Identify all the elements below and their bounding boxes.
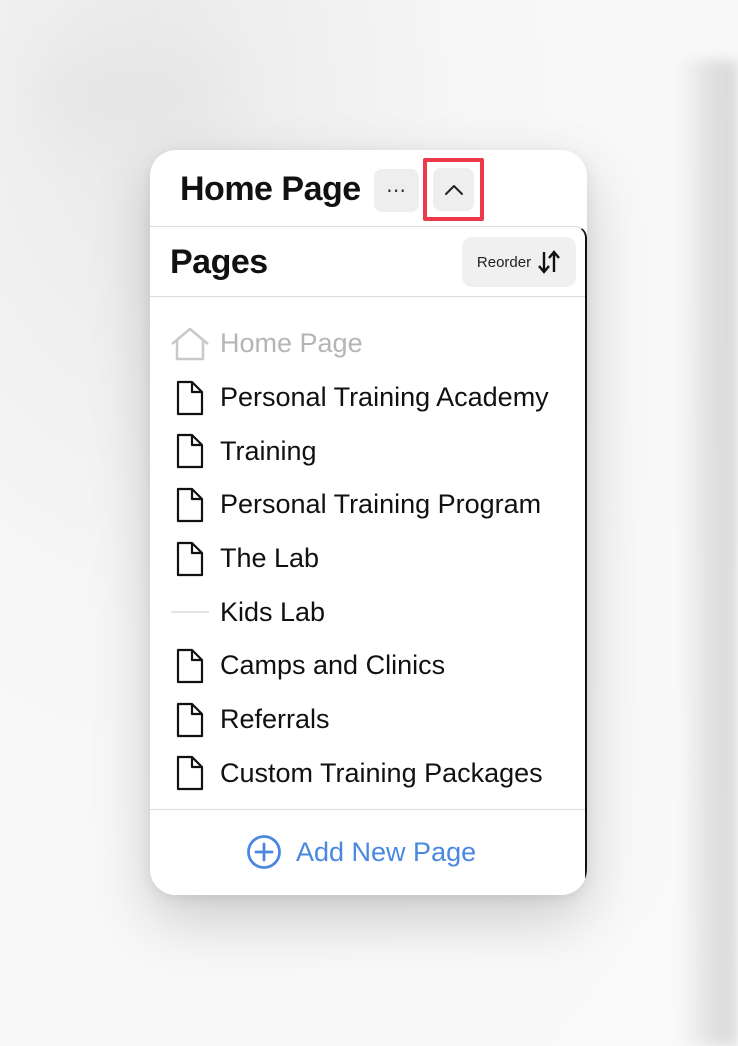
page-item-label: Camps and Clinics bbox=[220, 650, 446, 681]
document-icon bbox=[170, 648, 210, 684]
card-header: Home Page ⋯ bbox=[150, 150, 587, 228]
pages-panel-title: Pages bbox=[170, 243, 268, 281]
page-item-the-lab[interactable]: The Lab bbox=[150, 532, 585, 586]
page-item-label: Kids Lab bbox=[220, 596, 326, 627]
page-item-label: Personal Training Program bbox=[220, 489, 542, 520]
reorder-button[interactable]: Reorder bbox=[462, 237, 576, 287]
document-icon bbox=[170, 433, 210, 469]
page-item-label: Custom Training Packages bbox=[220, 757, 543, 788]
page-item-home[interactable]: Home Page bbox=[150, 317, 585, 371]
page-item-personal-training-program[interactable]: Personal Training Program bbox=[150, 478, 585, 532]
chevron-up-icon bbox=[444, 184, 463, 195]
collapse-button[interactable] bbox=[433, 168, 474, 211]
page-item-kids-lab[interactable]: Kids Lab bbox=[150, 585, 585, 639]
background-shade bbox=[678, 60, 738, 1046]
document-icon bbox=[170, 755, 210, 791]
document-icon bbox=[170, 541, 210, 577]
more-options-button[interactable]: ⋯ bbox=[374, 169, 419, 212]
page-item-camps-and-clinics[interactable]: Camps and Clinics bbox=[150, 639, 585, 693]
plus-circle-icon bbox=[247, 835, 281, 869]
page-list: Home Page Personal Training Academy Trai… bbox=[150, 317, 585, 800]
add-new-page-button[interactable]: Add New Page bbox=[246, 832, 476, 872]
pages-panel-header: Pages Reorder bbox=[150, 227, 585, 297]
page-item-label: Home Page bbox=[220, 328, 363, 359]
document-icon bbox=[170, 380, 210, 416]
page-item-referrals[interactable]: Referrals bbox=[150, 693, 585, 747]
ellipsis-icon: ⋯ bbox=[386, 180, 407, 202]
page-item-label: Referrals bbox=[220, 704, 330, 735]
document-icon bbox=[170, 487, 210, 523]
page-item-label: Personal Training Academy bbox=[220, 382, 549, 413]
pages-panel: Pages Reorder Home Page Personal Trainin… bbox=[150, 226, 587, 895]
page-item-label: Training bbox=[220, 435, 317, 466]
page-switcher-card: Home Page ⋯ Pages Reorder Home Page Pers… bbox=[150, 150, 587, 895]
page-item-training[interactable]: Training bbox=[150, 424, 585, 478]
page-item-label: The Lab bbox=[220, 543, 320, 574]
reorder-label: Reorder bbox=[476, 253, 532, 271]
page-item-custom-training-packages[interactable]: Custom Training Packages bbox=[150, 747, 585, 801]
collapse-button-highlight bbox=[423, 158, 484, 221]
pages-panel-footer: Add New Page bbox=[150, 809, 585, 891]
page-item-personal-training-academy[interactable]: Personal Training Academy bbox=[150, 371, 585, 425]
reorder-arrows-icon bbox=[538, 250, 561, 274]
document-icon bbox=[170, 702, 210, 738]
add-new-page-label: Add New Page bbox=[296, 836, 477, 867]
home-icon bbox=[170, 326, 210, 362]
background-blur bbox=[40, 50, 220, 140]
current-page-title: Home Page bbox=[180, 170, 361, 208]
divider-line-icon bbox=[170, 594, 210, 630]
